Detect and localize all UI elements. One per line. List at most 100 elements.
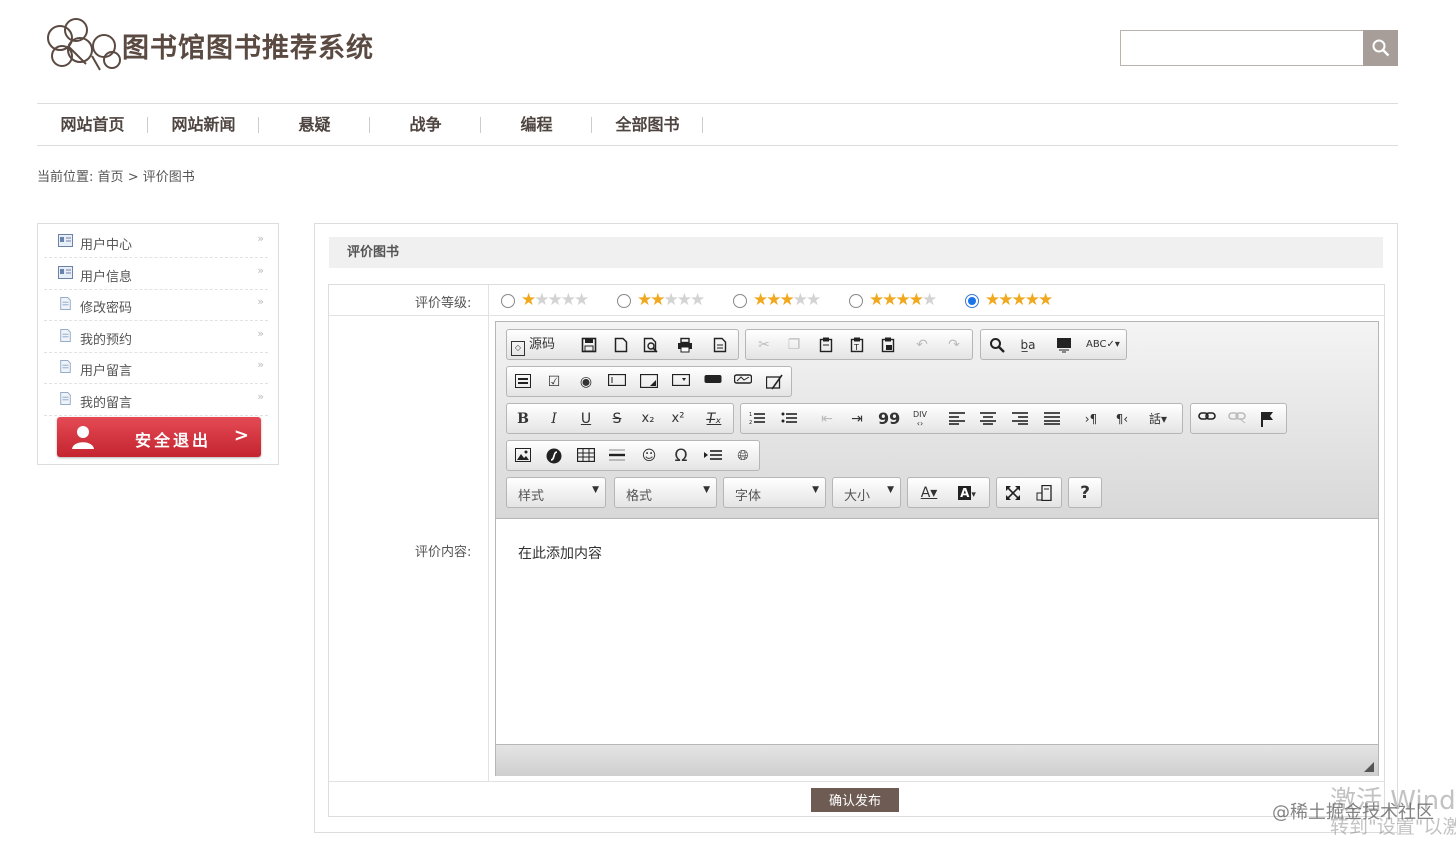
text-field-icon[interactable] [607, 373, 627, 391]
search-input[interactable] [1125, 33, 1364, 65]
sidebar-item-user-messages[interactable]: 用户留言 » [44, 352, 268, 384]
nav-home[interactable]: 网站首页 [37, 104, 148, 145]
nav-programming[interactable]: 编程 [481, 104, 592, 145]
button-field-icon[interactable] [703, 373, 723, 391]
rating-radio-4[interactable] [849, 294, 863, 308]
anchor-flag-icon[interactable] [1257, 410, 1277, 428]
increase-indent-icon[interactable]: ⇥ [847, 410, 867, 428]
align-center-icon[interactable] [978, 410, 998, 428]
flash-icon[interactable] [544, 447, 564, 465]
preview-icon[interactable] [641, 336, 661, 354]
search-button[interactable] [1363, 30, 1398, 66]
text-direction-rtl-icon[interactable]: ¶‹ [1112, 410, 1132, 428]
replace-icon[interactable]: b̲a [1018, 336, 1038, 354]
blockquote-icon[interactable]: 99 [878, 410, 900, 428]
breadcrumb-home[interactable]: 首页 [98, 170, 124, 185]
text-color-icon[interactable]: A▾ [915, 484, 943, 502]
justify-icon[interactable] [1042, 410, 1062, 428]
document-icon [60, 329, 71, 342]
sidebar-item-change-password[interactable]: 修改密码 » [44, 289, 268, 321]
row-divider [329, 781, 1384, 782]
special-char-icon[interactable]: Ω [671, 447, 691, 465]
style-dropdown[interactable]: 样式 ▼ [506, 477, 606, 508]
paste-from-word-icon[interactable] [878, 336, 898, 354]
background-color-icon[interactable]: A ▾ [952, 484, 982, 502]
templates-icon[interactable] [710, 336, 730, 354]
rating-label: 评价等级: [415, 296, 472, 311]
cut-icon[interactable]: ✂ [754, 336, 774, 354]
bold-icon[interactable]: B [513, 410, 533, 428]
editor-content-text[interactable]: 在此添加内容 [518, 543, 602, 563]
style-dropdown-label: 样式 [518, 489, 545, 504]
radio-button-icon[interactable]: ◉ [576, 373, 596, 391]
link-icon[interactable] [1197, 410, 1217, 428]
breadcrumb: 当前位置: 首页 > 评价图书 [37, 166, 195, 185]
iframe-globe-icon[interactable]: 🌐︎ [733, 447, 753, 465]
logout-button[interactable]: 安全退出 > [57, 417, 261, 457]
language-icon[interactable]: 話▾ [1143, 410, 1173, 428]
image-button-icon[interactable] [733, 373, 753, 391]
decrease-indent-icon[interactable]: ⇤ [817, 410, 837, 428]
help-icon[interactable]: ? [1075, 484, 1095, 502]
toolbar-group-basic-styles: B I U S x₂ x² T̶ₓ [506, 403, 734, 434]
save-icon[interactable] [579, 336, 599, 354]
nav-all-books[interactable]: 全部图书 [592, 104, 703, 145]
maximize-icon[interactable] [1003, 484, 1023, 502]
sidebar-item-my-reservations[interactable]: 我的预约 » [44, 321, 268, 353]
toolbar-group-insert: ☺ Ω 🌐︎ [506, 440, 760, 471]
image-icon[interactable] [513, 447, 533, 465]
nav-news[interactable]: 网站新闻 [148, 104, 259, 145]
text-direction-ltr-icon[interactable]: ›¶ [1081, 410, 1101, 428]
source-button[interactable]: ◇ 源码 [511, 336, 569, 356]
spell-check-icon[interactable]: ABC✓▾ [1086, 336, 1120, 354]
form-icon[interactable] [513, 373, 533, 391]
page-break-icon[interactable] [703, 447, 723, 465]
paste-text-icon[interactable]: T [847, 336, 867, 354]
align-left-icon[interactable] [947, 410, 967, 428]
editor-content-area[interactable]: 在此添加内容 [496, 519, 1378, 743]
sidebar-item-user-center[interactable]: 用户中心 » [44, 226, 268, 258]
select-field-icon[interactable] [671, 373, 691, 391]
nav-war[interactable]: 战争 [370, 104, 481, 145]
underline-icon[interactable]: U [576, 410, 596, 428]
rating-radio-1[interactable] [501, 294, 515, 308]
sidebar-item-my-messages[interactable]: 我的留言 » [44, 384, 268, 416]
remove-format-icon[interactable]: T̶ₓ [704, 410, 724, 428]
show-blocks-icon[interactable] [1034, 484, 1054, 502]
textarea-icon[interactable] [639, 373, 659, 391]
size-dropdown[interactable]: 大小 ▼ [832, 477, 901, 508]
select-all-icon[interactable] [1054, 336, 1074, 354]
find-icon[interactable] [987, 336, 1007, 354]
caret-down-icon: ▼ [592, 485, 599, 495]
copy-icon[interactable]: ❐ [784, 336, 804, 354]
new-page-icon[interactable] [611, 336, 631, 354]
unlink-icon[interactable] [1227, 410, 1247, 428]
rating-radio-3[interactable] [733, 294, 747, 308]
resize-handle-icon[interactable] [1364, 762, 1374, 772]
superscript-icon[interactable]: x² [668, 410, 688, 428]
redo-icon[interactable]: ↷ [944, 336, 964, 354]
strikethrough-icon[interactable]: S [607, 410, 627, 428]
nav-mystery[interactable]: 悬疑 [259, 104, 370, 145]
smiley-icon[interactable]: ☺ [639, 447, 659, 465]
subscript-icon[interactable]: x₂ [638, 410, 658, 428]
checkbox-icon[interactable]: ☑ [544, 373, 564, 391]
hidden-field-icon[interactable] [765, 373, 785, 391]
rating-radio-5[interactable] [965, 294, 979, 308]
numbered-list-icon[interactable]: 12 [747, 410, 767, 428]
submit-button[interactable]: 确认发布 [811, 788, 899, 812]
paste-icon[interactable] [816, 336, 836, 354]
font-dropdown[interactable]: 字体 ▼ [723, 477, 826, 508]
italic-icon[interactable]: I [544, 410, 564, 428]
horizontal-line-icon[interactable] [607, 447, 627, 465]
table-icon[interactable] [576, 447, 596, 465]
undo-icon[interactable]: ↶ [912, 336, 932, 354]
print-icon[interactable] [675, 336, 695, 354]
align-right-icon[interactable] [1010, 410, 1030, 428]
toolbar-group-paragraph: 12 ⇤ ⇥ 99 DIV ‹› ›¶ ¶‹ 話▾ [740, 403, 1183, 434]
create-div-icon[interactable]: DIV ‹› [910, 410, 930, 428]
format-dropdown[interactable]: 格式 ▼ [614, 477, 717, 508]
rating-radio-2[interactable] [617, 294, 631, 308]
bulleted-list-icon[interactable] [779, 410, 799, 428]
sidebar-item-user-info[interactable]: 用户信息 » [44, 258, 268, 290]
